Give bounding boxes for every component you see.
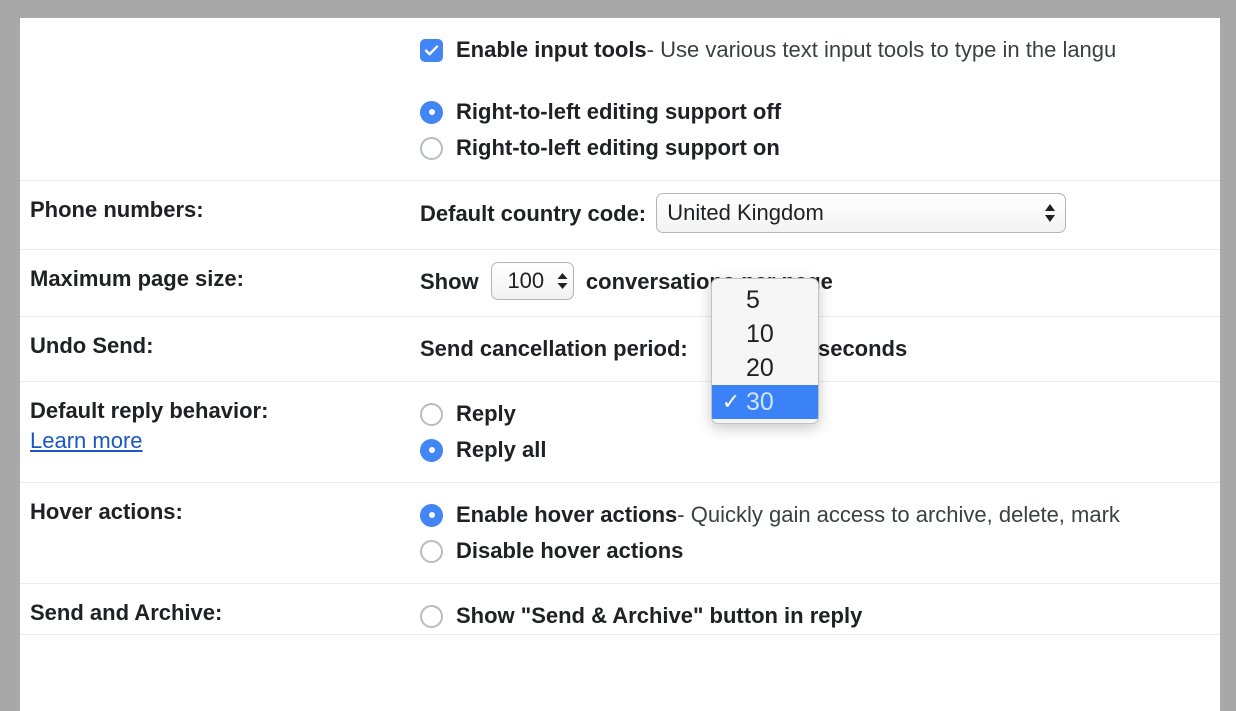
rtl-on-label: Right-to-left editing support on — [456, 135, 780, 160]
page-size-value: 100 — [507, 268, 545, 294]
settings-row-undo-send: Undo Send: Send cancellation period: sec… — [20, 317, 1220, 383]
dropdown-option-label: 5 — [746, 285, 760, 314]
reply-radio[interactable] — [420, 402, 443, 426]
settings-rows: Enable input tools - Use various text in… — [20, 18, 1220, 636]
show-send-and-archive-label: Show "Send & Archive" button in reply — [456, 603, 863, 629]
row-label-phone-numbers: Phone numbers: — [30, 197, 204, 222]
default-country-code-select[interactable]: United Kingdom — [656, 193, 1067, 233]
row-body-hover-actions: Enable hover actions - Quickly gain acce… — [420, 483, 1220, 583]
dropdown-option-label: 20 — [746, 353, 774, 382]
settings-row-default-reply-behavior: Default reply behavior: Learn more Reply… — [20, 382, 1220, 484]
row-label-send-and-archive: Send and Archive: — [30, 600, 223, 626]
dropdown-option-5[interactable]: 5 — [712, 283, 818, 317]
rtl-off-radio[interactable] — [420, 100, 443, 124]
option-reply-all[interactable]: Reply all — [420, 432, 1220, 468]
page-size-stepper[interactable]: 100 — [490, 262, 574, 301]
enable-input-tools-description: - Use various text input tools to type i… — [646, 37, 1117, 62]
option-rtl-off[interactable]: Right-to-left editing support off — [420, 94, 1220, 130]
row-label-maximum-page-size: Maximum page size: — [30, 266, 244, 291]
disable-hover-actions-label: Disable hover actions — [456, 538, 684, 564]
row-body-input-tools: Enable input tools - Use various text in… — [420, 18, 1220, 180]
dropdown-option-label: 30 — [746, 387, 774, 416]
default-reply-behavior-text: Default reply behavior: — [30, 398, 269, 424]
settings-row-hover-actions: Hover actions: Enable hover actions - Qu… — [20, 483, 1220, 585]
settings-page: Enable input tools - Use various text in… — [20, 18, 1220, 711]
row-body-default-reply-behavior: Reply Reply all — [420, 382, 1220, 482]
send-cancellation-period-dropdown[interactable]: 5 10 20 ✓ 30 — [711, 278, 819, 424]
enable-input-tools-label: Enable input tools — [456, 37, 647, 62]
option-enable-input-tools[interactable]: Enable input tools - Use various text in… — [420, 32, 1220, 68]
dropdown-option-20[interactable]: 20 — [712, 351, 818, 385]
row-label-undo-send: Undo Send: — [30, 333, 154, 359]
dropdown-option-10[interactable]: 10 — [712, 317, 818, 351]
default-country-code-label: Default country code: — [420, 200, 647, 226]
option-rtl-on[interactable]: Right-to-left editing support on — [420, 130, 1220, 166]
undo-send-prefix: Send cancellation period: — [420, 336, 688, 362]
reply-all-label: Reply all — [456, 437, 547, 463]
enable-hover-actions-radio[interactable] — [420, 503, 443, 527]
disable-hover-actions-radio[interactable] — [420, 539, 443, 563]
row-body-undo-send: Send cancellation period: seconds — [420, 317, 1220, 381]
settings-row-phone-numbers: Phone numbers: Default country code: Uni… — [20, 181, 1220, 250]
default-country-code-value: United Kingdom — [667, 200, 824, 225]
row-label-input-tools — [20, 18, 420, 46]
settings-row-input-tools: Enable input tools - Use various text in… — [20, 18, 1220, 181]
row-body-phone-numbers: Default country code: United Kingdom — [420, 181, 1220, 249]
dropdown-option-label: 10 — [746, 319, 774, 348]
option-enable-hover-actions[interactable]: Enable hover actions - Quickly gain acce… — [420, 497, 1220, 533]
row-label-default-reply-behavior: Default reply behavior: Learn more — [20, 382, 420, 470]
show-send-and-archive-radio[interactable] — [420, 604, 443, 628]
reply-all-radio[interactable] — [420, 438, 443, 462]
learn-more-link[interactable]: Learn more — [30, 426, 410, 456]
undo-send-suffix: seconds — [817, 336, 908, 362]
page-size-prefix: Show — [420, 269, 479, 294]
settings-row-maximum-page-size: Maximum page size: Show 100 conversation… — [20, 250, 1220, 318]
row-body-maximum-page-size: Show 100 conversations per page — [420, 250, 1220, 316]
enable-hover-actions-description: - Quickly gain access to archive, delete… — [677, 502, 1120, 528]
option-show-send-and-archive[interactable]: Show "Send & Archive" button in reply — [420, 598, 1220, 634]
option-disable-hover-actions[interactable]: Disable hover actions — [420, 533, 1220, 569]
option-reply[interactable]: Reply — [420, 396, 1220, 432]
dropdown-check-icon: ✓ — [721, 389, 741, 414]
stepper-arrows-icon[interactable] — [556, 272, 569, 290]
reply-label: Reply — [456, 401, 516, 427]
rtl-on-radio[interactable] — [420, 136, 443, 160]
select-arrows-icon — [1043, 203, 1057, 223]
browser-viewport: Enable input tools - Use various text in… — [0, 0, 1236, 711]
row-label-hover-actions: Hover actions: — [30, 499, 183, 525]
settings-row-send-and-archive: Send and Archive: Show "Send & Archive" … — [20, 584, 1220, 636]
dropdown-option-30[interactable]: ✓ 30 — [712, 385, 818, 419]
rtl-off-label: Right-to-left editing support off — [456, 99, 782, 124]
enable-hover-actions-label: Enable hover actions — [456, 502, 678, 528]
row-body-send-and-archive: Show "Send & Archive" button in reply — [420, 584, 1220, 634]
enable-input-tools-checkbox[interactable] — [420, 38, 443, 62]
